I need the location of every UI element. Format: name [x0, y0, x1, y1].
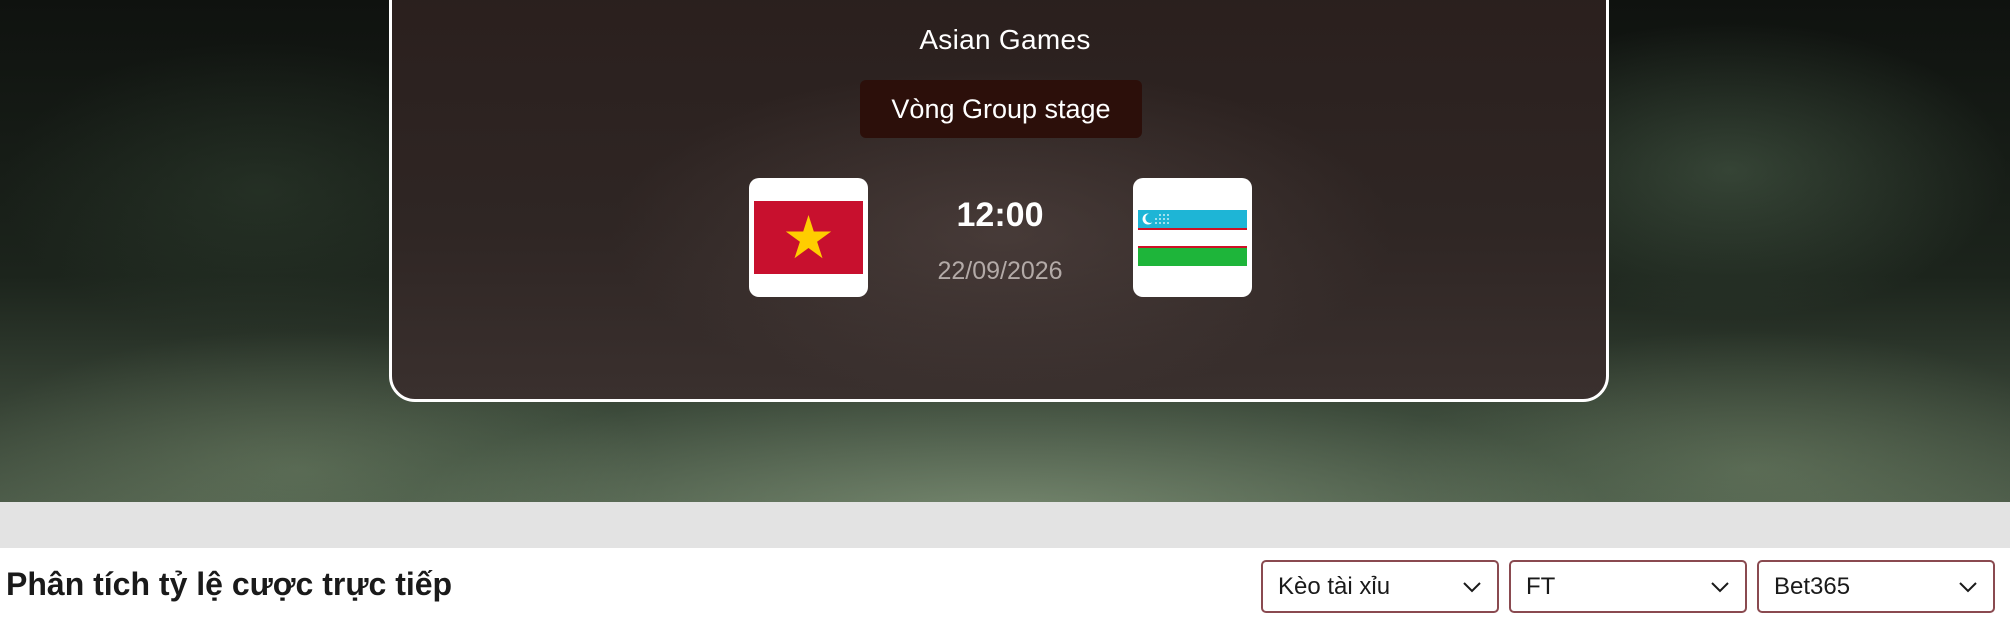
chevron-down-icon	[1959, 582, 1977, 593]
round-badge: Vòng Group stage	[860, 80, 1142, 138]
odds-section-title: Phân tích tỷ lệ cược trực tiếp	[6, 566, 453, 602]
away-team-logo[interactable]	[1133, 178, 1252, 297]
chevron-down-icon	[1463, 582, 1481, 593]
period-select[interactable]: FT	[1509, 560, 1747, 613]
competition-name: Asian Games	[919, 24, 1091, 55]
home-team-logo[interactable]	[749, 178, 868, 297]
bet-type-value: Kèo tài xỉu	[1278, 573, 1391, 600]
bookmaker-value: Bet365	[1774, 573, 1851, 600]
vietnam-flag-icon	[754, 201, 863, 274]
section-divider	[0, 502, 2010, 548]
kickoff-date: 22/09/2026	[937, 257, 1063, 285]
bet-type-select[interactable]: Kèo tài xỉu	[1261, 560, 1499, 613]
uzbekistan-flag-icon	[1138, 209, 1247, 266]
kickoff-time: 12:00	[956, 196, 1044, 234]
chevron-down-icon	[1711, 582, 1729, 593]
period-value: FT	[1526, 573, 1556, 600]
match-hero-banner: Asian Games Vòng Group stage 12:00 22/09…	[0, 0, 2010, 502]
bookmaker-select[interactable]: Bet365	[1757, 560, 1995, 613]
